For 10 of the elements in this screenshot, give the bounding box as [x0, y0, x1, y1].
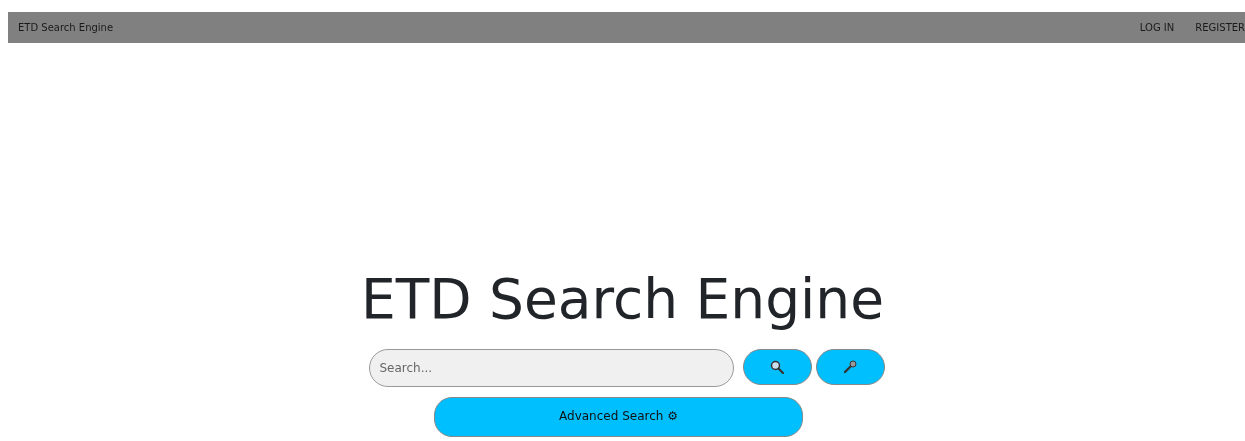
microphone-icon [843, 360, 857, 374]
nav-link[interactable]: REGISTER [1195, 22, 1245, 33]
voice-button[interactable] [815, 349, 885, 385]
brand-name[interactable]: ETD Search Engine [18, 22, 114, 33]
search-icon [770, 360, 784, 374]
search-field[interactable]: Search... [368, 349, 734, 387]
page-title: ETD Search Engine [360, 266, 885, 333]
nav-link[interactable]: LOG IN [1139, 22, 1175, 33]
advanced-search-button[interactable]: Advanced Search ⚙ [434, 397, 803, 437]
search-button[interactable] [742, 349, 812, 385]
